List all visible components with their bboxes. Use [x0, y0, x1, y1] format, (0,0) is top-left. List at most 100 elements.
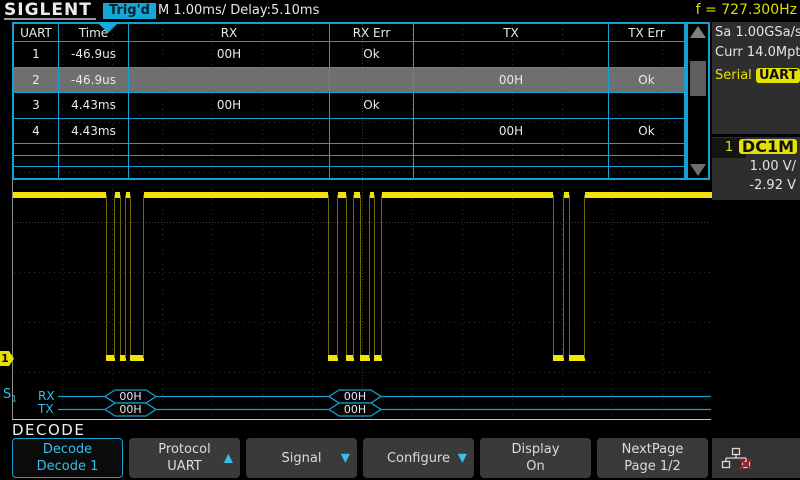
up-arrow-icon: ▲ — [224, 450, 233, 467]
column-header: TX — [414, 24, 609, 41]
table-cell — [609, 167, 684, 178]
lan-disconnected-icon — [720, 447, 752, 470]
softkey-value: UART — [167, 458, 201, 475]
table-row[interactable] — [14, 156, 684, 168]
softkey-nextpage[interactable]: NextPage Page 1/2 — [597, 438, 708, 478]
decode-bubble-value: 00H — [344, 403, 366, 416]
decode-bubble-value: 00H — [344, 390, 366, 403]
table-row[interactable]: 2-46.9us 00HOk — [14, 68, 684, 94]
channel1-marker-label: 1 — [1, 351, 9, 366]
table-cell — [330, 156, 414, 167]
table-row[interactable] — [14, 144, 684, 156]
table-cell — [414, 167, 609, 178]
table-cell: Ok — [609, 119, 684, 144]
softkey-display[interactable]: Display On — [480, 438, 591, 478]
column-header: RX — [129, 24, 330, 41]
table-cell — [609, 93, 684, 118]
table-cell — [129, 167, 330, 178]
table-cell — [414, 93, 609, 118]
siglent-logo: SIGLENT — [4, 0, 92, 20]
table-cell — [59, 144, 129, 155]
table-cell: 00H — [414, 68, 609, 93]
timebase-readout: M 1.00ms/ Delay:5.10ms — [158, 3, 319, 18]
table-cell: Ok — [330, 42, 414, 67]
table-cell: 1 — [14, 42, 59, 67]
table-cell — [129, 68, 330, 93]
table-cell: 00H — [414, 119, 609, 144]
serial-label: Serial — [715, 68, 752, 83]
decode-bubble — [329, 403, 381, 416]
decode-bubble — [105, 403, 156, 416]
table-cell: 4 — [14, 119, 59, 144]
table-cell: Ok — [609, 68, 684, 93]
table-cell: 2 — [14, 68, 59, 93]
decode-source-label: S1 — [3, 387, 17, 405]
table-cell — [330, 144, 414, 155]
softkey-value: Page 1/2 — [624, 458, 681, 475]
table-scrollbar[interactable] — [686, 22, 710, 180]
tx-bus-label: TX — [38, 402, 54, 416]
trigger-status-badge: Trig'd — [103, 3, 156, 19]
rx-bus-label: RX — [38, 389, 55, 403]
table-row[interactable]: 44.43ms 00HOk — [14, 119, 684, 145]
decode-bubble — [105, 390, 156, 403]
serial-status: Serial UART — [712, 65, 800, 85]
table-cell — [414, 42, 609, 67]
table-cell: 4.43ms — [59, 93, 129, 118]
table-cell — [14, 156, 59, 167]
channel1-panel[interactable]: 1 DC1M 1.00 V/ -2.92 V — [712, 137, 800, 200]
table-cell — [609, 144, 684, 155]
table-cell — [414, 156, 609, 167]
softkey-label: Signal — [282, 450, 322, 467]
table-cell: -46.9us — [59, 68, 129, 93]
memory-depth-readout: Curr 14.0Mpts — [712, 42, 800, 62]
channel-scale-readout: 1.00 V/ — [750, 159, 796, 174]
table-cell — [129, 144, 330, 155]
table-cell — [330, 68, 414, 93]
softkey-label: NextPage — [622, 441, 684, 458]
trigger-position-icon[interactable] — [97, 22, 119, 33]
table-cell — [129, 119, 330, 144]
table-cell: -46.9us — [59, 42, 129, 67]
scroll-down-icon[interactable] — [690, 164, 706, 176]
decode-bubble-value: 00H — [119, 390, 141, 403]
table-cell — [14, 144, 59, 155]
table-row[interactable] — [14, 167, 684, 178]
channel1-trace — [13, 192, 712, 361]
table-cell: Ok — [330, 93, 414, 118]
softkey-protocol[interactable]: Protocol UART ▲ — [129, 438, 240, 478]
softkey-label: Display — [512, 441, 560, 458]
channel1-level-marker[interactable]: 1 — [0, 351, 14, 366]
softkey-label: Protocol — [158, 441, 210, 458]
table-cell — [14, 167, 59, 178]
logo-underline — [4, 18, 96, 20]
table-cell — [330, 167, 414, 178]
softkey-signal[interactable]: Signal ▼ — [246, 438, 357, 478]
status-icon-panel — [712, 438, 800, 478]
decode-bubble — [329, 390, 381, 403]
column-header: TX Err — [609, 24, 684, 41]
table-cell — [414, 144, 609, 155]
table-cell — [609, 156, 684, 167]
frequency-counter: f = 727.300Hz — [696, 2, 797, 18]
decode-bubble-value: 00H — [119, 403, 141, 416]
table-cell: 4.43ms — [59, 119, 129, 144]
column-header: RX Err — [330, 24, 414, 41]
sample-rate-readout: Sa 1.00GSa/s — [712, 22, 800, 42]
table-cell: 3 — [14, 93, 59, 118]
decode-event-table[interactable]: UARTTimeRXRX ErrTXTX Err 1-46.9us00HOk2-… — [12, 22, 686, 180]
softkey-value: On — [526, 458, 544, 475]
table-row[interactable]: 1-46.9us00HOk — [14, 42, 684, 68]
softkey-configure[interactable]: Configure ▼ — [363, 438, 474, 478]
table-cell — [59, 167, 129, 178]
scroll-up-icon[interactable] — [690, 26, 706, 38]
softkey-label: Decode — [43, 441, 92, 458]
softkey-decode[interactable]: Decode Decode 1 — [12, 438, 123, 478]
down-arrow-icon: ▼ — [341, 450, 350, 467]
table-cell: 00H — [129, 93, 330, 118]
softkey-value: Decode 1 — [37, 458, 99, 475]
table-row[interactable]: 34.43ms00HOk — [14, 93, 684, 119]
table-cell — [330, 119, 414, 144]
scrollbar-thumb[interactable] — [690, 61, 706, 96]
channel-offset-readout: -2.92 V — [749, 178, 796, 193]
